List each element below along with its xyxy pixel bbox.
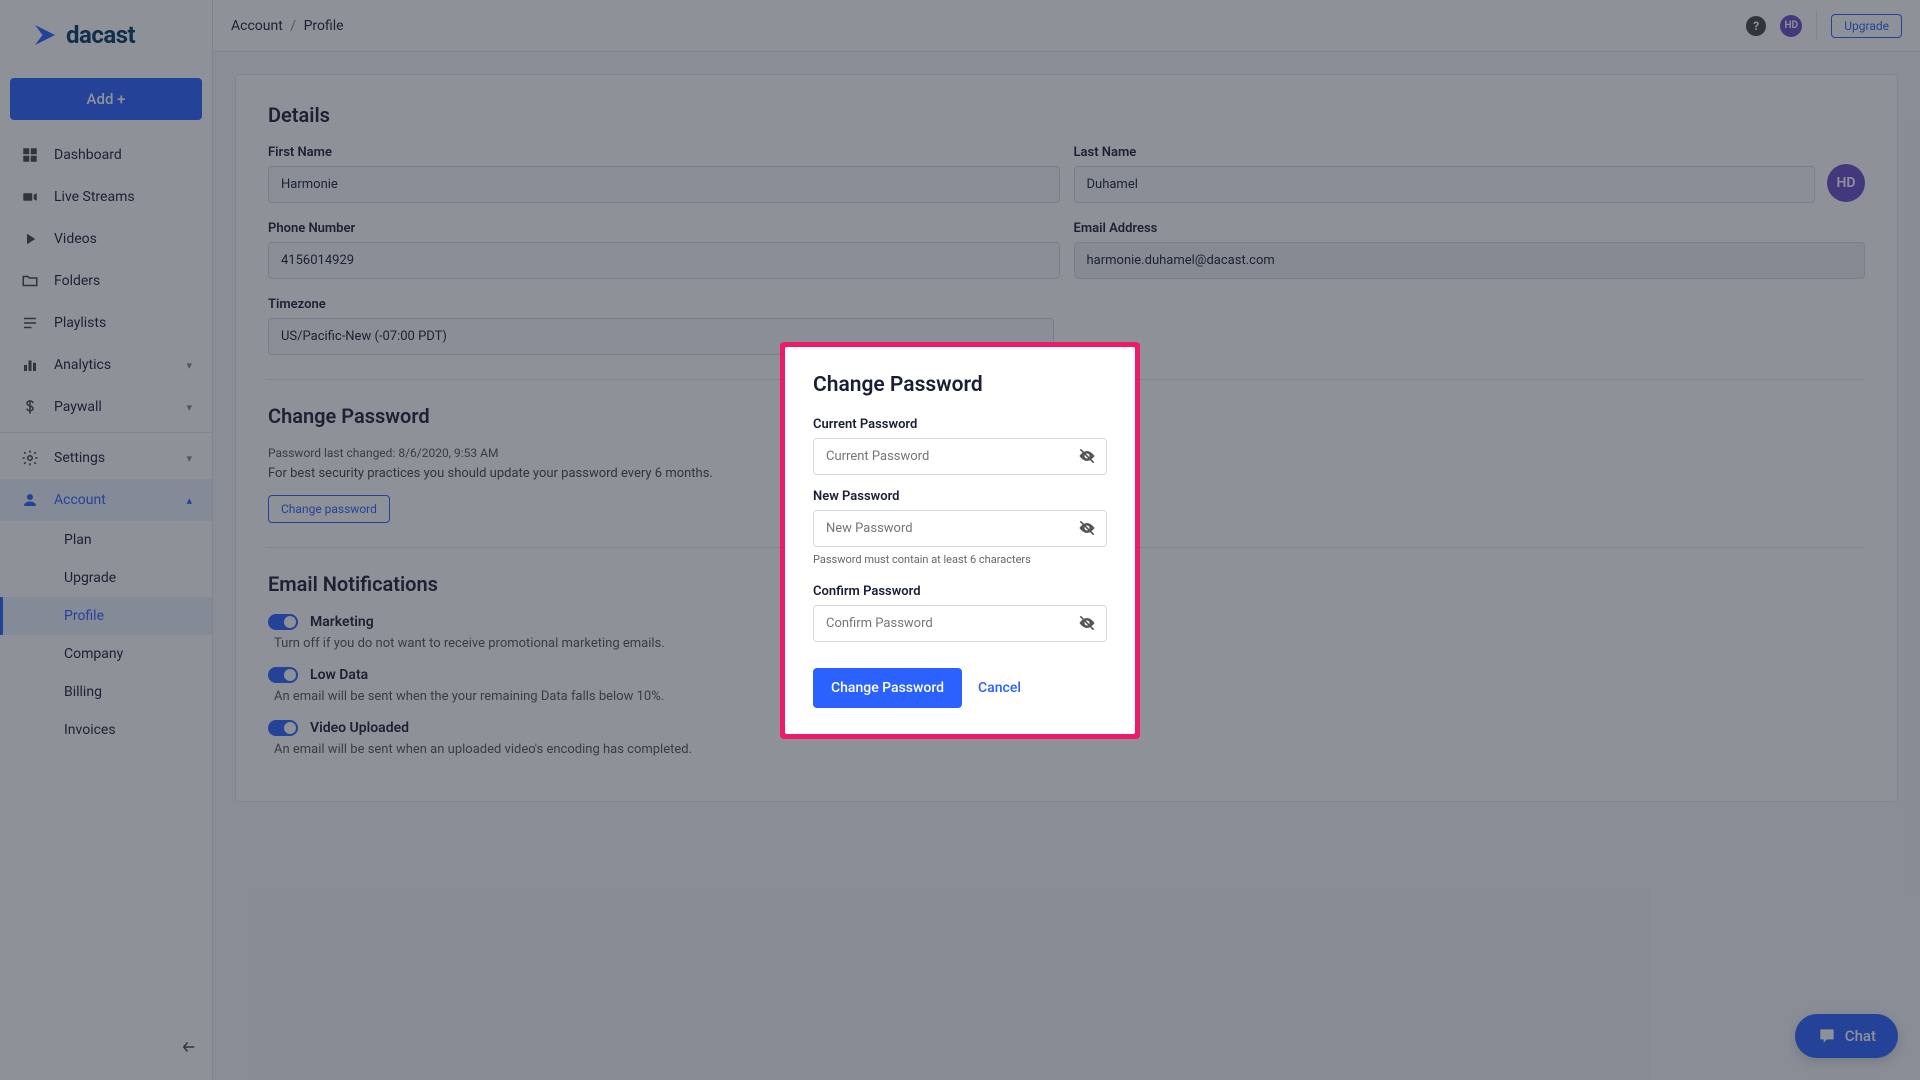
- modal-cancel-button[interactable]: Cancel: [978, 680, 1021, 696]
- current-password-input[interactable]: [813, 438, 1107, 475]
- modal-overlay[interactable]: Change Password Current Password New Pas…: [0, 0, 1920, 1080]
- confirm-password-input[interactable]: [813, 605, 1107, 642]
- modal-submit-button[interactable]: Change Password: [813, 668, 962, 708]
- eye-off-icon[interactable]: [1077, 446, 1097, 466]
- eye-off-icon[interactable]: [1077, 518, 1097, 538]
- modal-title: Change Password: [813, 373, 1107, 397]
- new-password-label: New Password: [813, 489, 1107, 504]
- eye-off-icon[interactable]: [1077, 613, 1097, 633]
- current-password-label: Current Password: [813, 417, 1107, 432]
- new-password-input[interactable]: [813, 510, 1107, 547]
- modal-highlight-border: Change Password Current Password New Pas…: [780, 342, 1140, 739]
- password-hint: Password must contain at least 6 charact…: [813, 553, 1107, 566]
- confirm-password-label: Confirm Password: [813, 584, 1107, 599]
- change-password-modal: Change Password Current Password New Pas…: [785, 347, 1135, 734]
